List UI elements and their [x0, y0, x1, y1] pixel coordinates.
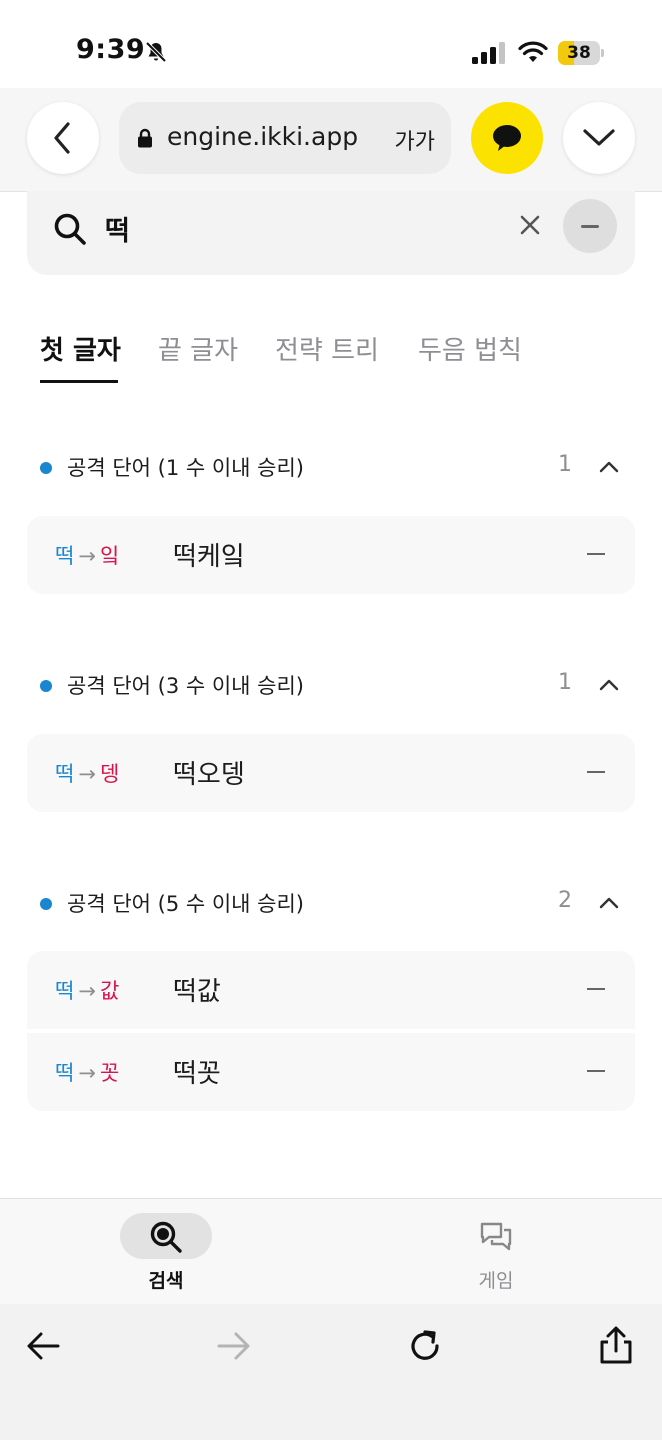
minus-icon [581, 225, 599, 228]
battery-level: 38 [567, 43, 591, 63]
chevron-down-icon [583, 129, 615, 146]
section-header[interactable]: 공격 단어 (1 수 이내 승리) 1 [40, 450, 630, 490]
bullet-dot [40, 898, 52, 910]
section-count: 1 [558, 670, 572, 695]
word-row[interactable]: 떡 → 값 떡값 [27, 951, 635, 1029]
minus-icon[interactable] [587, 771, 605, 773]
section-header[interactable]: 공격 단어 (5 수 이내 승리) 2 [40, 886, 630, 926]
text-size-button[interactable]: 가가 [395, 124, 435, 156]
chain-label: 떡 → 꼿 [55, 1061, 120, 1085]
tab-first-letter[interactable]: 첫 글자 [40, 330, 121, 384]
minus-button[interactable] [563, 199, 617, 253]
collapse-button[interactable] [563, 102, 635, 174]
status-time: 9:39 [76, 34, 146, 65]
reload-icon[interactable] [403, 1324, 447, 1368]
browser-toolbar [0, 1304, 662, 1440]
url-text: engine.ikki.app [167, 122, 359, 151]
section-title: 공격 단어 (5 수 이내 승리) [67, 892, 305, 916]
address-bar[interactable]: engine.ikki.app 가가 [119, 102, 451, 174]
lock-icon [138, 128, 152, 148]
word-card: 떡 → 뎅 떡오뎅 [27, 734, 635, 812]
word-text: 떡오뎅 [173, 760, 245, 790]
section-count: 2 [558, 888, 572, 913]
battery-icon: 38 [558, 41, 604, 65]
bullet-dot [40, 680, 52, 692]
word-card: 떡 → 값 떡값 떡 → 꼿 떡꼿 [27, 951, 635, 1111]
section-title: 공격 단어 (1 수 이내 승리) [67, 456, 305, 480]
minus-icon[interactable] [587, 1070, 605, 1072]
chain-label: 떡 → 값 [55, 979, 120, 1003]
chevron-up-icon[interactable] [598, 678, 620, 692]
search-box [27, 191, 635, 275]
section-title: 공격 단어 (3 수 이내 승리) [67, 674, 305, 698]
tab-strategy-tree[interactable]: 전략 트리 [275, 330, 379, 384]
chain-label: 떡 → 잌 [55, 544, 120, 568]
tab-last-letter[interactable]: 끝 글자 [158, 330, 238, 384]
tab-active-underline [40, 380, 118, 383]
word-row[interactable]: 떡 → 꼿 떡꼿 [27, 1033, 635, 1111]
bell-slash-icon [145, 41, 167, 63]
wifi-icon [518, 41, 548, 62]
chevron-left-icon [54, 122, 70, 154]
word-card: 떡 → 잌 떡케잌 [27, 516, 635, 594]
word-text: 떡값 [173, 977, 221, 1007]
bullet-dot [40, 462, 52, 474]
chat-bubble-icon [493, 125, 521, 151]
chevron-up-icon[interactable] [598, 460, 620, 474]
status-bar: 9:39 38 [0, 0, 662, 96]
chat-bubbles-icon [480, 1222, 512, 1251]
word-text: 떡꼿 [173, 1059, 221, 1089]
search-input[interactable] [105, 204, 505, 252]
share-icon[interactable] [594, 1324, 638, 1368]
clear-icon[interactable] [519, 214, 541, 236]
tab-initial-sound-rule[interactable]: 두음 법칙 [418, 330, 522, 384]
word-row[interactable]: 떡 → 뎅 떡오뎅 [27, 734, 635, 812]
search-icon [54, 213, 86, 245]
chain-label: 떡 → 뎅 [55, 762, 120, 786]
signal-icon [472, 42, 505, 64]
word-row[interactable]: 떡 → 잌 떡케잌 [27, 516, 635, 594]
chevron-up-icon[interactable] [598, 896, 620, 910]
arrow-left-icon[interactable] [22, 1324, 66, 1368]
bottom-nav: 검색 게임 [0, 1198, 662, 1304]
minus-icon[interactable] [587, 988, 605, 990]
arrow-right-icon[interactable] [211, 1324, 255, 1368]
kakao-chat-button[interactable] [471, 102, 543, 174]
word-text: 떡케잌 [173, 542, 245, 572]
nav-game[interactable]: 게임 [426, 1213, 566, 1297]
section-count: 1 [558, 452, 572, 477]
nav-search[interactable]: 검색 [96, 1213, 236, 1297]
back-button[interactable] [27, 102, 99, 174]
section-header[interactable]: 공격 단어 (3 수 이내 승리) 1 [40, 668, 630, 708]
browser-header: engine.ikki.app 가가 [0, 88, 662, 192]
nav-label: 게임 [478, 1270, 514, 1292]
nav-label: 검색 [148, 1270, 184, 1292]
minus-icon[interactable] [587, 553, 605, 555]
search-icon [150, 1221, 182, 1253]
